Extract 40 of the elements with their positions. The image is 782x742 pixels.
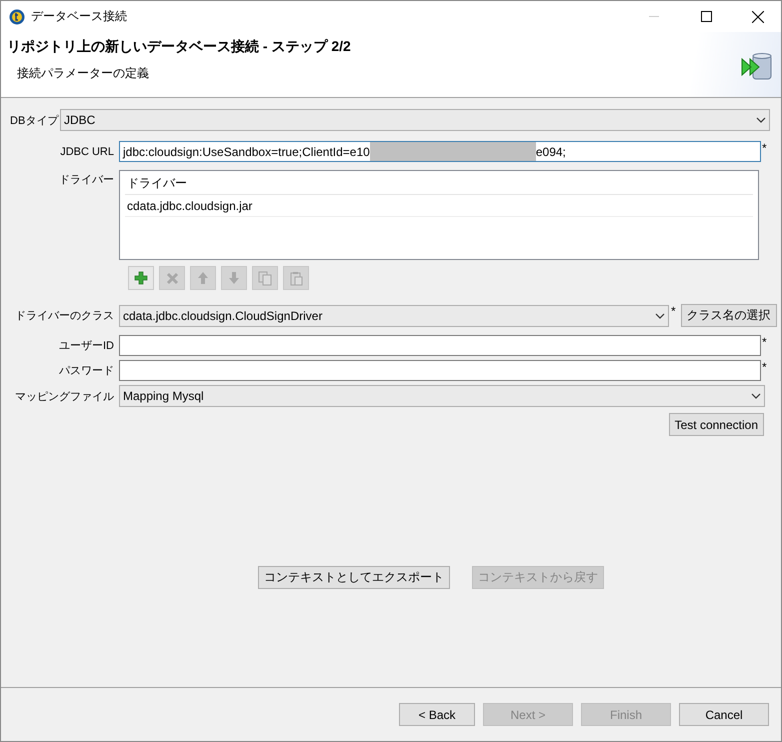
field-label: マッピングファイル [14, 390, 114, 404]
required-mark: * [762, 335, 768, 349]
jdbc-url-field[interactable]: jdbc:cloudsign:UseSandbox=true;ClientId=e10 e094; [119, 141, 761, 162]
mapping-file-dropdown[interactable]: Mapping Mysql [119, 385, 765, 407]
chevron-down-icon[interactable] [655, 312, 665, 318]
chevron-down-icon[interactable] [751, 393, 761, 399]
chevron-down-icon[interactable] [756, 117, 766, 123]
wizard-subtitle: 接続パラメーターの定義 [16, 65, 150, 82]
paste-icon [290, 270, 302, 286]
required-mark: * [762, 360, 768, 374]
cross-icon [166, 272, 178, 284]
wizard-title: リポジトリ上の新しいデータベース接続 - ステップ 2/2 [7, 38, 352, 56]
field-label: ユーザーID [58, 339, 114, 353]
arrow-down-icon [228, 271, 240, 285]
copy-icon [258, 270, 272, 286]
toolbar-button[interactable] [128, 266, 154, 290]
wizard-button[interactable]: < Back [399, 703, 475, 726]
driver-class-dropdown[interactable]: cdata.jdbc.cloudsign.CloudSignDriver [119, 304, 669, 326]
field-label: パスワード [58, 364, 114, 378]
password-field[interactable] [119, 360, 761, 381]
field-label: ドライバーのクラス [14, 309, 114, 323]
driver-row[interactable]: cdata.jdbc.cloudsign.jar [125, 195, 753, 217]
required-mark: * [762, 141, 768, 155]
user-id-field[interactable] [119, 335, 761, 356]
maximize-icon[interactable] [700, 11, 712, 22]
app-logo-icon [9, 8, 25, 24]
database-arrow-icon [741, 52, 773, 82]
field-label: JDBC URL [59, 146, 114, 158]
field-label: ドライバー [58, 173, 114, 187]
required-mark: * [671, 304, 676, 318]
context-button[interactable]: コンテキストとしてエクスポート [258, 566, 450, 589]
wizard-button[interactable]: Cancel [679, 703, 769, 726]
select-class-button[interactable]: クラス名の選択 [680, 304, 777, 327]
column-header[interactable]: ドライバー [125, 172, 753, 195]
arrow-up-icon [197, 271, 209, 285]
close-icon[interactable] [752, 10, 764, 22]
window-title: データベース接続 [31, 8, 128, 25]
db-type-dropdown[interactable]: JDBC [60, 109, 770, 131]
test-connection-button[interactable]: Test connection [668, 413, 764, 436]
plus-icon [134, 271, 148, 285]
